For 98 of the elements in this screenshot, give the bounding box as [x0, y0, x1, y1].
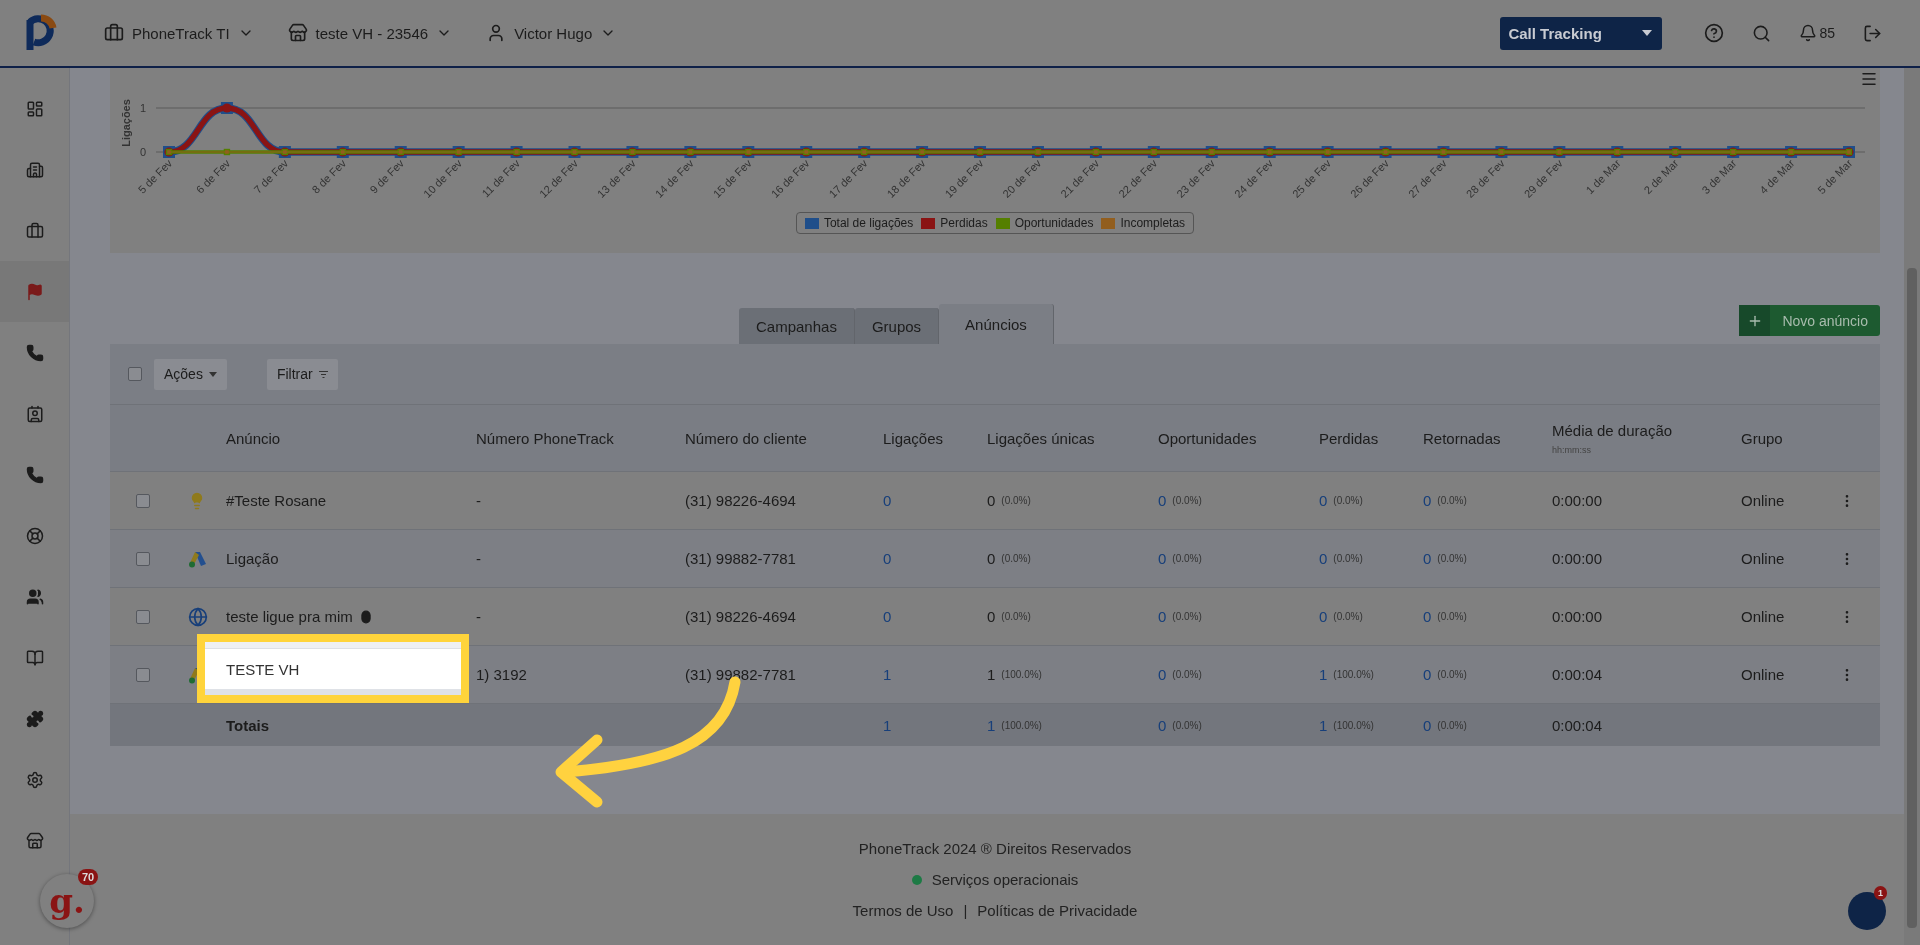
percentage-label: (0.0%) [1172, 719, 1202, 731]
axis-label: 20 de Fev [1000, 156, 1044, 200]
legend-label: Incompletas [1120, 216, 1186, 230]
table-cell: 0:00:00 [1552, 492, 1603, 509]
ad-name: teste ligue pra mim [226, 608, 353, 625]
axis-label: 14 de Fev [652, 156, 696, 200]
axis-label: 12 de Fev [536, 156, 580, 200]
table-cell: 1) 3192 [476, 666, 527, 683]
column-header: Anúncio [226, 429, 282, 447]
percentage-label: (0.0%) [1001, 611, 1031, 622]
percentage-label: (0.0%) [1172, 495, 1202, 506]
table-cell: 0:00:04 [1552, 666, 1603, 683]
table-cell: (31) 99882-7781 [685, 550, 796, 567]
table-cell: 0:00:00 [1552, 608, 1603, 625]
column-header: Número PhoneTrack [476, 429, 615, 447]
percentage-label: (0.0%) [1437, 553, 1467, 564]
table-cell: - [476, 492, 481, 509]
table-cell: 0 [987, 550, 996, 567]
table-cell: 0 [987, 492, 996, 509]
table-cell: 0:00:04 [1552, 716, 1603, 734]
table-cell: Online [1741, 492, 1785, 509]
column-header: Ligações únicas [987, 429, 1096, 447]
column-header: Grupo [1741, 429, 1784, 447]
table-cell: Online [1741, 608, 1785, 625]
percentage-label: (100.0%) [1333, 719, 1374, 731]
percentage-label: (0.0%) [1333, 495, 1363, 506]
column-header: Retornadas [1423, 429, 1502, 447]
table-cell: (31) 98226-4694 [685, 492, 796, 509]
axis-label: 27 de Fev [1405, 156, 1449, 200]
axis-label: 10 de Fev [421, 156, 465, 200]
totals-label: Totais [226, 716, 270, 734]
axis-label: 28 de Fev [1463, 156, 1507, 200]
table-cell: - [476, 550, 481, 567]
axis-label: 5 de Mar [1815, 156, 1855, 197]
column-header: Perdidas [1319, 429, 1380, 447]
percentage-label: (100.0%) [1001, 719, 1042, 731]
legend-label: Perdidas [940, 216, 988, 230]
table-cell: (31) 98226-4694 [685, 608, 796, 625]
copyright-text: PhoneTrack 2024 ® Direitos Reservados [858, 840, 1132, 857]
column-header: Número do cliente [685, 429, 808, 447]
axis-label: 26 de Fev [1347, 156, 1391, 200]
axis-label: 25 de Fev [1289, 156, 1334, 200]
table-cell: Online [1741, 666, 1785, 683]
axis-label: 4 de Mar [1757, 156, 1797, 197]
ad-name: TESTE VH [226, 660, 300, 678]
axis-label: 0 [140, 146, 147, 158]
column-header: Média de duração [1552, 421, 1674, 439]
axis-label: 6 de Fev [193, 156, 233, 196]
count-badge: 70 [78, 869, 99, 885]
axis-label: 17 de Fev [826, 156, 870, 200]
percentage-label: (0.0%) [1172, 611, 1202, 622]
axis-label: 11 de Fev [479, 156, 522, 200]
axis-label: 9 de Fev [367, 156, 407, 196]
percentage-label: (100.0%) [1001, 669, 1042, 680]
axis-label: 16 de Fev [768, 156, 812, 200]
percentage-label: (0.0%) [1437, 669, 1467, 680]
axis-label: 2 de Mar [1641, 156, 1681, 197]
percentage-label: (0.0%) [1001, 495, 1031, 506]
table-cell: - [476, 608, 481, 625]
percentage-label: (0.0%) [1172, 669, 1202, 680]
percentage-label: (0.0%) [1437, 495, 1467, 506]
table-cell: Online [1741, 550, 1785, 567]
axis-label: 21 de Fev [1058, 156, 1102, 200]
axis-label: 5 de Fev [135, 156, 175, 196]
column-header: Ligações [883, 429, 945, 447]
percentage-label: (0.0%) [1333, 553, 1363, 564]
status-text: Serviços operacionais [931, 871, 1079, 888]
axis-label: 1 [140, 102, 147, 114]
axis-title: Ligações [120, 99, 132, 147]
axis-label: 22 de Fev [1116, 156, 1160, 200]
axis-label: 29 de Fev [1521, 156, 1565, 200]
percentage-label: (100.0%) [1333, 669, 1374, 680]
axis-label: 18 de Fev [884, 156, 928, 200]
table-cell: 0 [987, 608, 996, 625]
percentage-label: (0.0%) [1437, 611, 1467, 622]
percentage-label: (0.0%) [1437, 719, 1467, 731]
axis-label: 24 de Fev [1232, 156, 1276, 200]
percentage-label: (0.0%) [1333, 611, 1363, 622]
axis-label: 1 de Mar [1583, 156, 1623, 197]
axis-label: 13 de Fev [594, 156, 638, 200]
ad-name: #Teste Rosane [226, 492, 327, 509]
table-cell: 1 [987, 666, 996, 683]
percentage-label: (0.0%) [1001, 553, 1031, 564]
table-cell: (31) 99882-7781 [685, 666, 796, 683]
table-cell: 0:00:00 [1552, 550, 1603, 567]
column-header: Oportunidades [1158, 429, 1258, 447]
axis-label: 7 de Fev [251, 156, 291, 196]
axis-label: 3 de Mar [1699, 156, 1739, 197]
legend-label: Total de ligações [823, 216, 914, 230]
legend-label: Oportunidades [1014, 216, 1094, 230]
percentage-label: (0.0%) [1172, 553, 1202, 564]
axis-label: 23 de Fev [1174, 156, 1218, 200]
axis-label: 8 de Fev [309, 156, 349, 196]
axis-label: 19 de Fev [942, 156, 986, 200]
separator-text: | [963, 902, 968, 919]
column-hint: hh:mm:ss [1552, 444, 1592, 455]
axis-label: 15 de Fev [710, 156, 754, 200]
ad-name: Ligação [226, 550, 279, 567]
